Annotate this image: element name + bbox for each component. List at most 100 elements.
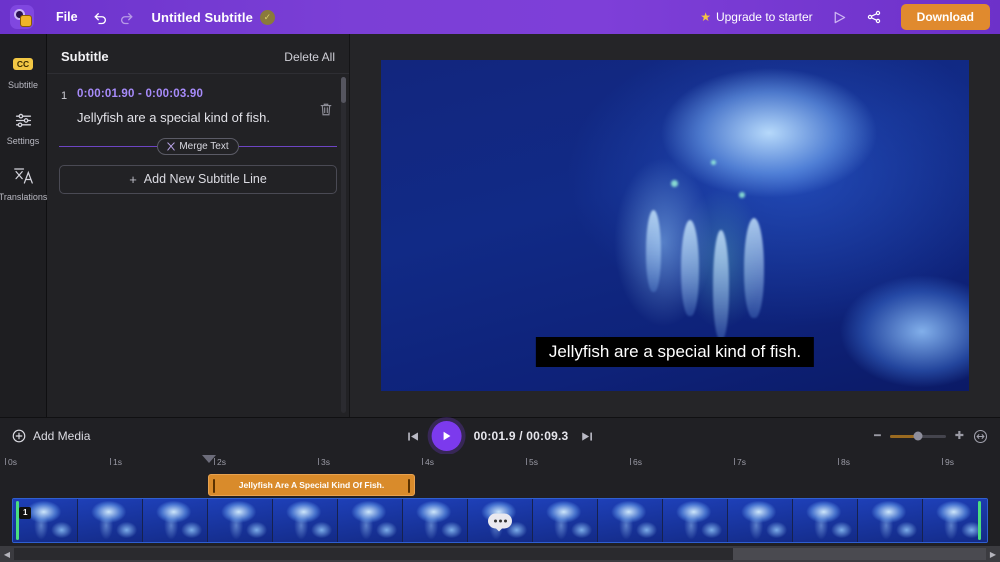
filmstrip-frame xyxy=(858,499,923,542)
present-play-icon[interactable] xyxy=(827,5,853,29)
add-media-button[interactable]: Add Media xyxy=(12,429,90,443)
subtitle-panel: Subtitle Delete All 1 0:00:01.90 - 0:00:… xyxy=(47,34,350,417)
sidebar-label-settings: Settings xyxy=(6,136,40,146)
jellyfish-tentacle xyxy=(713,230,729,340)
video-caption-overlay[interactable]: Jellyfish are a special kind of fish. xyxy=(535,337,815,367)
share-icon[interactable] xyxy=(861,5,887,29)
transport-controls: 00:01.9 / 00:09.3 xyxy=(407,421,594,451)
add-new-subtitle-line-button[interactable]: + Add New Subtitle Line xyxy=(59,164,337,194)
filmstrip-frame xyxy=(598,499,663,542)
subtitle-clip[interactable]: Jellyfish Are A Special Kind Of Fish. xyxy=(208,474,415,496)
subtitle-panel-header: Subtitle Delete All xyxy=(47,40,349,74)
sliders-icon xyxy=(14,109,33,131)
app-header: File Untitled Subtitle ✓ ★ Upgrade to st… xyxy=(0,0,1000,34)
bioluminescent-dot xyxy=(711,160,716,165)
subtitle-clip-label: Jellyfish Are A Special Kind Of Fish. xyxy=(238,480,385,490)
ruler-tick: 2s xyxy=(214,457,226,467)
redo-icon[interactable] xyxy=(114,5,140,29)
app-body: CC Subtitle Settings Translations Subtit… xyxy=(0,34,1000,417)
jellyfish-tentacle xyxy=(646,210,661,292)
arrow-right-icon[interactable]: ▶ xyxy=(986,546,1000,562)
upgrade-label: Upgrade to starter xyxy=(715,10,813,24)
merge-text-label: Merge Text xyxy=(179,141,229,153)
app-logo-icon[interactable] xyxy=(10,5,34,29)
video-canvas[interactable]: Jellyfish are a special kind of fish. xyxy=(381,60,969,391)
sidebar-label-translations: Translations xyxy=(0,192,48,202)
timeline-ruler[interactable]: 0s 1s 2s 3s 4s 5s 6s 7s 8s 9s xyxy=(0,454,1000,472)
filmstrip-frame xyxy=(793,499,858,542)
cc-badge-label: CC xyxy=(12,57,34,71)
skip-forward-icon[interactable] xyxy=(580,430,593,443)
upgrade-button[interactable]: ★ Upgrade to starter xyxy=(694,7,818,27)
ruler-tick: 3s xyxy=(318,457,330,467)
sidebar-item-settings[interactable]: Settings xyxy=(0,102,47,149)
ruler-tick: 8s xyxy=(838,457,850,467)
track-index-badge: 1 xyxy=(19,507,32,519)
saved-cloud-check-icon: ✓ xyxy=(259,9,275,25)
fit-to-width-icon[interactable] xyxy=(973,429,988,444)
panel-scrollbar-thumb[interactable] xyxy=(341,77,346,103)
merge-icon xyxy=(167,142,176,151)
filmstrip-frame xyxy=(533,499,598,542)
filmstrip-frame xyxy=(208,499,273,542)
translate-icon xyxy=(13,165,34,187)
filmstrip-lane: 1 xyxy=(0,498,1000,545)
filmstrip-frame xyxy=(663,499,728,542)
arrow-left-icon[interactable]: ◀ xyxy=(0,546,14,562)
panel-title: Subtitle xyxy=(61,49,109,64)
left-rail: CC Subtitle Settings Translations xyxy=(0,34,47,417)
merge-text-button[interactable]: Merge Text xyxy=(157,138,239,156)
time-display: 00:01.9 / 00:09.3 xyxy=(473,429,569,443)
sidebar-item-subtitle[interactable]: CC Subtitle xyxy=(0,46,47,93)
ruler-tick: 0s xyxy=(5,457,17,467)
filmstrip-frame xyxy=(403,499,468,542)
document-title[interactable]: Untitled Subtitle xyxy=(152,10,253,25)
minus-icon[interactable]: ━ xyxy=(874,430,881,442)
undo-icon[interactable] xyxy=(88,5,114,29)
delete-all-button[interactable]: Delete All xyxy=(284,50,335,64)
zoom-slider[interactable] xyxy=(889,431,946,441)
list-item[interactable]: 1 0:00:01.90 - 0:00:03.90 Jellyfish are … xyxy=(59,74,337,131)
file-menu[interactable]: File xyxy=(46,6,88,28)
timeline-area: Add Media 00:01.9 / 00:09.3 ━ ✚ 0s 1s 2s… xyxy=(0,417,1000,562)
panel-scrollbar[interactable] xyxy=(341,77,346,413)
filmstrip-frame xyxy=(338,499,403,542)
speech-bubble-icon xyxy=(488,513,512,531)
subtitle-clip-lane: Jellyfish Are A Special Kind Of Fish. xyxy=(0,472,1000,498)
skip-back-icon[interactable] xyxy=(407,430,420,443)
subtitle-timerange[interactable]: 0:00:01.90 - 0:00:03.90 xyxy=(77,88,335,100)
sidebar-item-translations[interactable]: Translations xyxy=(0,158,47,205)
bioluminescent-dot xyxy=(671,180,678,187)
download-button[interactable]: Download xyxy=(900,4,990,30)
subtitle-text[interactable]: Jellyfish are a special kind of fish. xyxy=(77,110,335,127)
plus-icon: + xyxy=(129,171,137,187)
add-media-label: Add Media xyxy=(33,429,91,443)
scrollbar-track[interactable] xyxy=(14,548,986,560)
ruler-tick: 1s xyxy=(110,457,122,467)
ruler-tick: 5s xyxy=(526,457,538,467)
video-track[interactable]: 1 xyxy=(12,498,988,543)
playhead-handle[interactable] xyxy=(202,455,216,463)
clip-left-handle[interactable] xyxy=(213,479,215,493)
bioluminescent-dot xyxy=(739,192,745,198)
timeline-horizontal-scrollbar[interactable]: ◀ ▶ xyxy=(0,546,1000,562)
play-icon xyxy=(443,431,451,441)
clip-right-handle[interactable] xyxy=(408,479,410,493)
play-button[interactable] xyxy=(431,421,462,451)
video-preview-area: Jellyfish are a special kind of fish. xyxy=(350,34,1000,417)
filmstrip-frame xyxy=(468,499,533,542)
star-icon: ★ xyxy=(700,10,711,24)
zoom-slider-knob[interactable] xyxy=(913,431,923,441)
scrollbar-thumb[interactable] xyxy=(14,548,734,560)
app-window: File Untitled Subtitle ✓ ★ Upgrade to st… xyxy=(0,0,1000,562)
track-end-marker xyxy=(978,501,981,540)
trash-icon[interactable] xyxy=(319,102,333,122)
jellyfish-tentacle xyxy=(681,220,699,316)
plus-icon[interactable]: ✚ xyxy=(955,430,964,442)
subtitle-list: 1 0:00:01.90 - 0:00:03.90 Jellyfish are … xyxy=(47,74,349,417)
timeline-toolbar: Add Media 00:01.9 / 00:09.3 ━ ✚ xyxy=(0,418,1000,454)
plus-circle-icon xyxy=(12,429,26,443)
ruler-tick: 7s xyxy=(734,457,746,467)
jellyfish-tentacle xyxy=(744,218,764,318)
filmstrip-frame: 1 xyxy=(13,499,78,542)
